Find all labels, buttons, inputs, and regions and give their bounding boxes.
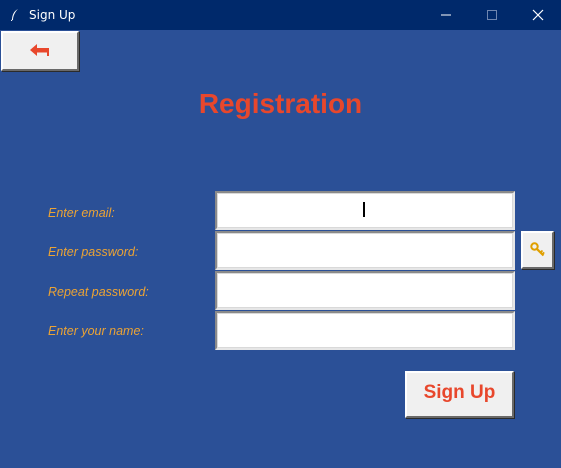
name-field[interactable] bbox=[215, 311, 515, 350]
minimize-button[interactable] bbox=[423, 0, 469, 30]
repeat-password-label: Repeat password: bbox=[48, 285, 149, 299]
maximize-icon bbox=[487, 10, 497, 20]
feather-icon bbox=[10, 8, 20, 22]
text-cursor bbox=[363, 202, 365, 217]
email-label: Enter email: bbox=[48, 206, 115, 220]
window-title: Sign Up bbox=[29, 8, 76, 22]
back-arrow-icon bbox=[30, 44, 49, 56]
sign-up-button[interactable]: Sign Up bbox=[405, 371, 514, 418]
minimize-icon bbox=[441, 14, 451, 16]
back-button[interactable] bbox=[1, 31, 79, 71]
key-icon bbox=[529, 242, 545, 257]
title-bar[interactable]: Sign Up bbox=[0, 0, 561, 30]
close-button[interactable] bbox=[515, 0, 561, 30]
repeat-password-field[interactable] bbox=[215, 271, 515, 310]
close-icon bbox=[532, 9, 544, 21]
show-password-button[interactable] bbox=[521, 231, 554, 269]
password-label: Enter password: bbox=[48, 245, 139, 259]
page-title: Registration bbox=[198, 88, 363, 119]
name-label: Enter your name: bbox=[48, 324, 144, 338]
maximize-button[interactable] bbox=[469, 0, 515, 30]
sign-up-window: Sign Up Registration Enter email: Enter … bbox=[0, 0, 561, 468]
password-field[interactable] bbox=[215, 231, 515, 270]
email-field[interactable] bbox=[215, 191, 515, 230]
